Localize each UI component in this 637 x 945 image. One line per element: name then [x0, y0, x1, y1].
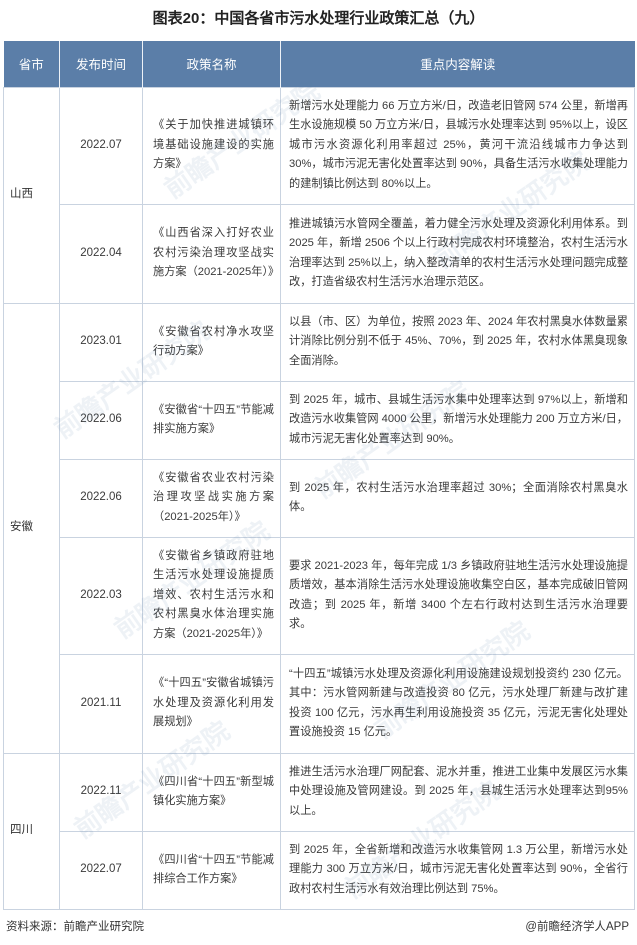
policy-name-cell: 《四川省“十四五”新型城镇化实施方案》 — [142, 752, 281, 832]
province-cell: 安徽 — [3, 302, 60, 754]
policy-name-cell: 《“十四五”安徽省城镇污水处理及资源化利用发展规划》 — [142, 653, 281, 754]
table-row: 2022.04 《山西省深入打好农业农村污染治理攻坚战实施方案（2021-2025… — [4, 203, 635, 304]
table-row: 2021.11 《“十四五”安徽省城镇污水处理及资源化利用发展规划》 “十四五”城镇… — [4, 653, 635, 754]
policy-name-cell: 《关于加快推进城镇环境基础设施建设的实施方案》 — [142, 86, 281, 205]
province-cell: 四川 — [3, 752, 60, 910]
date-cell: 2023.01 — [59, 302, 143, 382]
brand-credit: @前瞻经济学人APP — [525, 918, 629, 934]
source-note: 资料来源：前瞻产业研究院 — [6, 921, 144, 933]
date-cell: 2022.07 — [59, 86, 143, 205]
key-content-cell: 新增污水处理能力 66 万立方米/日，改造老旧管网 574 公里，新增再生水设施… — [280, 86, 635, 205]
table-row: 2022.03 《安徽省乡镇政府驻地生活污水处理设施提质增效、农村生活污水和农村黑… — [4, 536, 635, 655]
key-content-cell: 到 2025 年，农村生活污水治理率超过 30%；全面消除农村黑臭水体。 — [280, 458, 635, 538]
table-row: 2022.06 《安徽省农业农村污染治理攻坚战实施方案（2021-2025年）》到… — [4, 458, 635, 538]
header-date: 发布时间 — [59, 41, 143, 87]
date-cell: 2022.07 — [59, 830, 143, 910]
header-province: 省市 — [3, 41, 60, 87]
footer: 资料来源：前瞻产业研究院 @前瞻经济学人APP — [6, 915, 629, 937]
date-cell: 2022.06 — [59, 458, 143, 538]
key-content-cell: 推进生活污水治理厂网配套、泥水并重，推进工业集中发展区污水集中处理设施及管网建设… — [280, 752, 635, 832]
date-cell: 2022.03 — [59, 536, 143, 655]
policy-name-cell: 《四川省“十四五”节能减排综合工作方案》 — [142, 830, 281, 910]
table-row: 2022.06 《安徽省“十四五”节能减排实施方案》到 2025 年，城市、县城生… — [4, 380, 635, 460]
brand-label: @前瞻经济学人APP — [525, 921, 629, 933]
table-row: 四川 2022.11 《四川省“十四五”新型城镇化实施方案》 推进生活污水治理厂网配套… — [3, 752, 635, 910]
table-header-row: 省市 发布时间 政策名称 重点内容解读 — [3, 41, 635, 87]
date-cell: 2021.11 — [59, 653, 143, 754]
policy-name-cell: 《山西省深入打好农业农村污染治理攻坚战实施方案（2021-2025年）》 — [142, 203, 281, 304]
policy-name-cell: 《安徽省农村净水攻坚行动方案》 — [142, 302, 281, 382]
date-cell: 2022.11 — [59, 752, 143, 832]
key-content-cell: “十四五”城镇污水处理及资源化利用设施建设规划投资约 230 亿元。其中：污水管… — [280, 653, 635, 754]
key-content-cell: 以县（市、区）为单位，按照 2023 年、2024 年农村黑臭水体数量累计消除比… — [280, 302, 635, 382]
date-cell: 2022.04 — [59, 203, 143, 304]
key-content-cell: 到 2025 年，城市、县城生活污水集中处理率达到 97%以上，新增和改造污水收… — [280, 380, 635, 460]
policy-name-cell: 《安徽省“十四五”节能减排实施方案》 — [142, 380, 281, 460]
chart-title: 图表20：中国各省市污水处理行业政策汇总（九） — [152, 10, 485, 27]
province-cell: 山西 — [3, 86, 60, 304]
table-row: 2022.07 《四川省“十四五”节能减排综合工作方案》到 2025 年，全省新增… — [4, 830, 635, 910]
header-key-content: 重点内容解读 — [280, 41, 635, 87]
policy-table: 省市 发布时间 政策名称 重点内容解读 山西 2022.07 《关于加快推进城镇环境… — [3, 41, 635, 910]
header-policy-name: 政策名称 — [142, 41, 281, 87]
key-content-cell: 推进城镇污水管网全覆盖，着力健全污水处理及资源化利用体系。到 2025 年，新增… — [280, 203, 635, 304]
key-content-cell: 到 2025 年，全省新增和改造污水收集管网 1.3 万公里，新增污水处理能力 … — [280, 830, 635, 910]
key-content-cell: 要求 2021-2023 年，每年完成 1/3 乡镇政府驻地生活污水处理设施提质… — [280, 536, 635, 655]
policy-name-cell: 《安徽省乡镇政府驻地生活污水处理设施提质增效、农村生活污水和农村黑臭水体治理实施… — [142, 536, 281, 655]
table-row: 山西 2022.07 《关于加快推进城镇环境基础设施建设的实施方案》 新增污水处理能力… — [3, 86, 635, 304]
table-row: 安徽 2023.01 《安徽省农村净水攻坚行动方案》 以县（市、区）为单位，按照 20… — [3, 302, 635, 754]
date-cell: 2022.06 — [59, 380, 143, 460]
policy-name-cell: 《安徽省农业农村污染治理攻坚战实施方案（2021-2025年）》 — [142, 458, 281, 538]
